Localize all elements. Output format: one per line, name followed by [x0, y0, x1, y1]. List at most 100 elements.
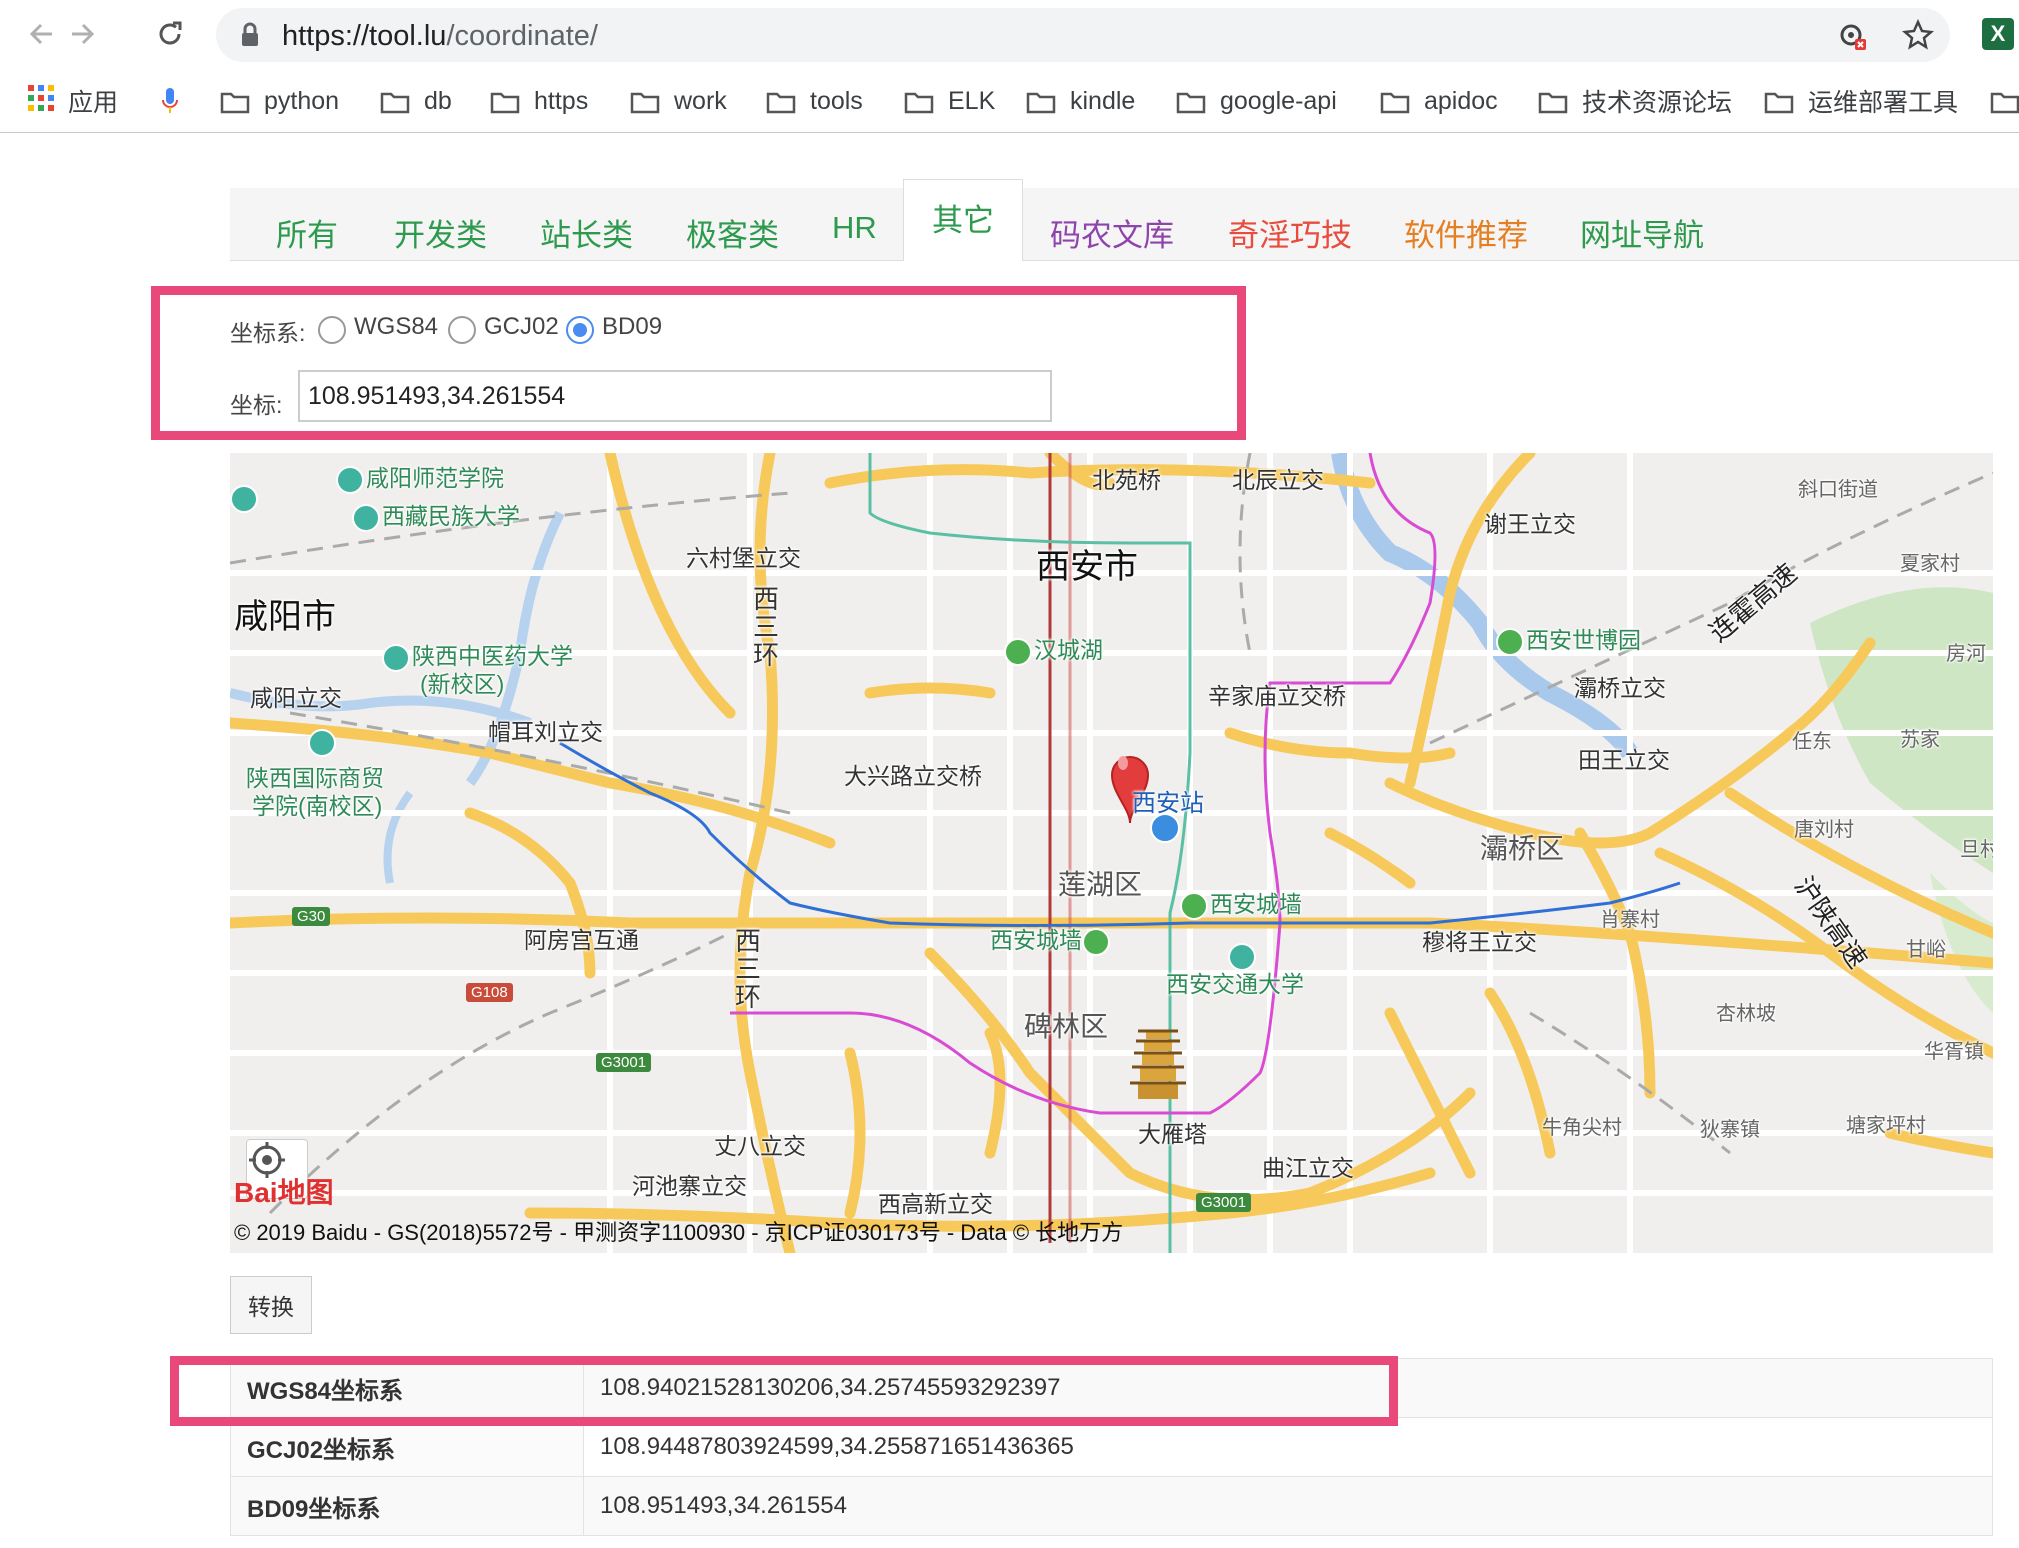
map-label-xianyang-city: 咸阳市	[234, 598, 336, 636]
table-row: BD09坐标系 108.951493,34.261554	[230, 1476, 1993, 1536]
address-bar[interactable]: https://tool.lu/coordinate/	[216, 8, 1950, 62]
school-icon	[308, 729, 336, 757]
map-label-text: 西安城墙	[1210, 891, 1302, 917]
bookmark-label: kindle	[1070, 86, 1136, 115]
bookmark-db[interactable]: db	[380, 84, 452, 118]
reload-icon[interactable]	[150, 14, 190, 54]
map-label-ganyu: 甘峪	[1906, 939, 1946, 961]
map-label-daxinglu: 大兴路立交桥	[844, 763, 982, 789]
map-label-zhangba: 丈八立交	[714, 1133, 806, 1159]
url-path: /coordinate/	[446, 20, 598, 52]
category-tabs: 所有 开发类 站长类 极客类 HR 其它 码农文库 奇淫巧技 软件推荐 网址导航	[230, 179, 2019, 261]
convert-button[interactable]: 转换	[230, 1276, 312, 1334]
map-label-business-college-sub: 学院(南校区)	[252, 793, 383, 819]
bookmark-apidoc[interactable]: apidoc	[1380, 84, 1498, 118]
map-label-city-wall-poi: 西安城墙	[1180, 885, 1302, 920]
url-host: https://tool.lu	[282, 20, 447, 52]
result-value-gcj02: 108.94487803924599,34.255871651436365	[583, 1417, 1993, 1477]
bookmark-label: tools	[810, 86, 863, 115]
tab-tricks[interactable]: 奇淫巧技	[1228, 210, 1352, 255]
url-text: https://tool.lu/coordinate/	[282, 20, 598, 53]
map-label-muwang: 穆将王立交	[1422, 929, 1537, 955]
folder-icon	[1764, 90, 1794, 114]
map-label-xisanhuan-2: 西三环	[734, 926, 761, 1012]
bookmark-label: db	[424, 86, 452, 115]
tab-webmaster[interactable]: 站长类	[540, 210, 633, 255]
bookmark-elk[interactable]: ELK	[904, 84, 995, 118]
result-value-bd09: 108.951493,34.261554	[583, 1476, 1993, 1536]
lock-icon	[240, 22, 260, 53]
map-label-rendong: 任东	[1792, 731, 1832, 753]
map-label-dayanta: 大雁塔	[1138, 1121, 1207, 1147]
folder-icon	[766, 90, 796, 114]
map-label-niujiaojian: 牛角尖村	[1542, 1117, 1622, 1139]
map-label-beiyuanqiao: 北苑桥	[1092, 467, 1161, 493]
map-label-text: 西藏民族大学	[382, 503, 520, 529]
tab-other[interactable]: 其它	[903, 179, 1023, 261]
tab-software[interactable]: 软件推荐	[1404, 210, 1528, 255]
highway-shield-g108: G108	[466, 983, 513, 1002]
map-label-text: 西安世博园	[1526, 627, 1641, 653]
map-label-xiaozhaicun: 肖寨村	[1600, 909, 1660, 931]
map-label-hechizhai: 河池寨立交	[632, 1173, 747, 1199]
baidu-map[interactable]: 咸阳师范学院 西藏民族大学 六村堡立交 北苑桥 北辰立交 谢王立交 斜口街道 夏…	[230, 453, 1993, 1253]
tab-hr[interactable]: HR	[832, 210, 877, 246]
bookmark-kindle[interactable]: kindle	[1026, 84, 1135, 118]
bookmark-ops-tools[interactable]: 运维部署工具	[1764, 84, 1958, 118]
microphone-icon[interactable]	[160, 84, 180, 118]
map-label-fanghe: 房河	[1946, 643, 1986, 665]
map-label-tianwang: 田王立交	[1578, 747, 1670, 773]
map-label-jiaotong: 西安交通大学	[1166, 971, 1304, 997]
back-icon[interactable]	[22, 14, 62, 54]
bookmark-google-api[interactable]: google-api	[1176, 84, 1337, 118]
bookmark-python[interactable]: python	[220, 84, 339, 118]
park-icon	[1180, 891, 1208, 920]
bookmark-label: 运维部署工具	[1808, 89, 1959, 117]
star-icon[interactable]	[1902, 18, 1934, 56]
map-label-xiewang: 谢王立交	[1484, 511, 1576, 537]
bookmark-label: 应用	[68, 89, 119, 117]
school-icon	[230, 485, 258, 513]
folder-icon	[490, 90, 520, 114]
tab-all[interactable]: 所有	[276, 210, 338, 255]
tab-library[interactable]: 码农文库	[1050, 210, 1174, 255]
tab-dev[interactable]: 开发类	[394, 210, 487, 255]
map-label-epang: 阿房宫互通	[524, 927, 639, 953]
bookmark-https[interactable]: https	[490, 84, 588, 118]
map-label-xianyang-normal: 咸阳师范学院	[336, 459, 504, 494]
map-copyright: © 2019 Baidu - GS(2018)5572号 - 甲测资字11009…	[234, 1220, 1124, 1245]
map-label-tangjiaping: 塘家坪村	[1846, 1115, 1926, 1137]
map-label-text: 咸阳师范学院	[366, 465, 504, 491]
school-icon	[382, 643, 410, 672]
folder-icon	[904, 90, 934, 114]
folder-icon	[1990, 90, 2019, 114]
highlight-box-input	[151, 286, 1246, 440]
forward-icon[interactable]	[62, 14, 102, 54]
bookmark-label: apidoc	[1424, 86, 1498, 115]
station-icon	[1150, 813, 1180, 843]
extension-icon[interactable]: X	[1982, 18, 2014, 50]
highway-shield-g3001-south: G3001	[1196, 1193, 1252, 1212]
bookmark-label: google-api	[1220, 86, 1337, 115]
map-label-xizang-univ: 西藏民族大学	[352, 497, 520, 532]
folder-icon	[1026, 90, 1056, 114]
bookmark-overflow-folder[interactable]	[1990, 84, 2019, 118]
landmark-icon	[1082, 927, 1110, 956]
bookmark-tech-forum[interactable]: 技术资源论坛	[1538, 84, 1732, 118]
tab-geek[interactable]: 极客类	[686, 210, 779, 255]
highway-shield-g3001: G3001	[596, 1053, 652, 1072]
tab-nav[interactable]: 网址导航	[1580, 210, 1704, 255]
location-blocked-icon[interactable]	[1836, 20, 1868, 57]
bookmark-label: ELK	[948, 86, 996, 115]
map-label-city-wall: 西安城墙	[990, 921, 1112, 956]
map-label-expo: 西安世博园	[1496, 621, 1641, 656]
folder-icon	[220, 90, 250, 114]
map-label-xiajiacun: 夏家村	[1900, 553, 1960, 575]
bookmark-work[interactable]: work	[630, 84, 727, 118]
map-label-xian-city: 西安市	[1036, 548, 1138, 586]
bookmark-label: 技术资源论坛	[1582, 89, 1733, 117]
bookmark-tools[interactable]: tools	[766, 84, 863, 118]
map-label-hancheng-lake: 汉城湖	[1004, 631, 1103, 666]
map-label-xigaoxin: 西高新立交	[878, 1191, 993, 1217]
bookmark-apps[interactable]: 应用	[28, 84, 118, 118]
